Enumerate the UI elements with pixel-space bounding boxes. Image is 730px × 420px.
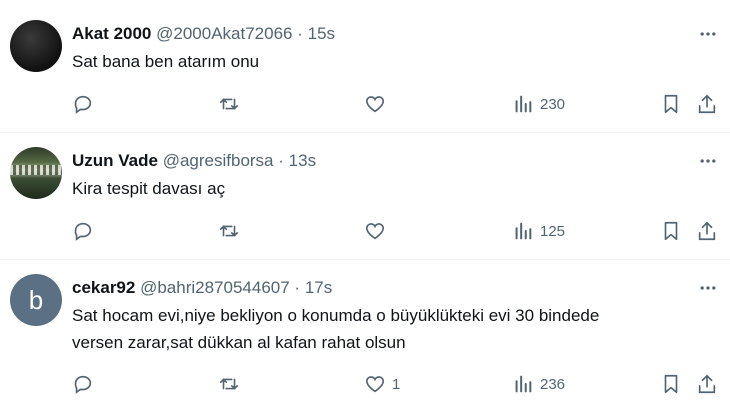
reply-icon [74, 375, 92, 394]
reply-icon [74, 95, 92, 114]
bookmark-icon [664, 374, 678, 394]
tweet-text-line: versen zarar,sat dükkan al kafan rahat o… [72, 333, 406, 352]
reply-button[interactable] [72, 92, 94, 116]
retweet-button[interactable] [218, 372, 240, 396]
view-count: 125 [540, 222, 566, 240]
bookmark-button[interactable] [660, 219, 682, 243]
bookmark-button[interactable] [660, 372, 682, 396]
user-handle[interactable]: @2000Akat72066 [156, 24, 292, 43]
views-icon [515, 95, 532, 113]
user-handle[interactable]: @bahri2870544607 [140, 278, 290, 297]
tweet-header: cekar92 @bahri2870544607 · 17s [72, 278, 332, 298]
more-icon[interactable] [698, 151, 718, 171]
share-button[interactable] [696, 92, 718, 116]
tweet-text-line: Kira tespit davası aç [72, 179, 226, 198]
bookmark-icon [664, 221, 678, 241]
avatar[interactable] [10, 147, 62, 199]
separator: · [294, 278, 301, 297]
user-name[interactable]: Uzun Vade [72, 151, 158, 170]
avatar-letter: b [28, 284, 44, 315]
share-icon [698, 221, 716, 241]
tweet-actions: 1 236 [72, 372, 722, 396]
separator: · [297, 24, 303, 43]
share-button[interactable] [696, 219, 718, 243]
tweet-actions: 125 [72, 219, 722, 243]
timestamp[interactable]: 17s [305, 278, 332, 297]
share-icon [698, 374, 716, 394]
tweet-text: Sat hocam evi,niye bekliyon o konumda o … [72, 302, 692, 356]
user-handle[interactable]: @agresifborsa [163, 151, 274, 170]
avatar[interactable] [10, 20, 62, 72]
tweet-text-line: Sat bana ben atarım onu [72, 52, 260, 71]
tweet-header: Akat 2000 @2000Akat72066 · 15s [72, 24, 335, 44]
views-icon [515, 222, 532, 240]
tweet-3[interactable]: b cekar92 @bahri2870544607 · 17s Sat hoc… [0, 260, 730, 420]
reply-button[interactable] [72, 372, 94, 396]
retweet-icon [219, 378, 239, 390]
retweet-button[interactable] [218, 92, 240, 116]
more-icon[interactable] [698, 24, 718, 44]
like-icon [365, 96, 385, 113]
like-icon [365, 376, 385, 393]
bookmark-button[interactable] [660, 92, 682, 116]
like-button[interactable] [364, 92, 392, 116]
view-count: 236 [540, 375, 566, 393]
share-icon [698, 94, 716, 114]
tweet-header: Uzun Vade @agresifborsa · 13s [72, 151, 316, 171]
like-button[interactable]: 1 [364, 372, 400, 396]
views-button[interactable]: 230 [512, 92, 565, 116]
bookmark-icon [664, 94, 678, 114]
views-button[interactable]: 236 [512, 372, 565, 396]
timestamp[interactable]: 15s [308, 24, 335, 43]
like-button[interactable] [364, 219, 392, 243]
share-button[interactable] [696, 372, 718, 396]
tweet-text: Kira tespit davası aç [72, 175, 692, 202]
avatar[interactable]: b [10, 274, 62, 326]
retweet-button[interactable] [218, 219, 240, 243]
tweet-2[interactable]: Uzun Vade @agresifborsa · 13s Kira tespi… [0, 133, 730, 259]
reply-button[interactable] [72, 219, 94, 243]
reply-icon [74, 222, 92, 241]
user-name[interactable]: cekar92 [72, 278, 135, 297]
like-count: 1 [392, 375, 401, 393]
like-icon [365, 223, 385, 240]
retweet-icon [219, 98, 239, 110]
tweet-text: Sat bana ben atarım onu [72, 48, 692, 75]
timestamp[interactable]: 13s [289, 151, 316, 170]
tweet-actions: 230 [72, 92, 722, 116]
retweet-icon [219, 225, 239, 237]
tweet-text-line: Sat hocam evi,niye bekliyon o konumda o … [72, 306, 600, 325]
user-name[interactable]: Akat 2000 [72, 24, 151, 43]
tweet-1[interactable]: Akat 2000 @2000Akat72066 · 15s Sat bana … [0, 0, 730, 132]
more-icon[interactable] [698, 278, 718, 298]
view-count: 230 [540, 95, 566, 113]
views-icon [515, 375, 532, 393]
separator: · [278, 151, 284, 170]
views-button[interactable]: 125 [512, 219, 565, 243]
